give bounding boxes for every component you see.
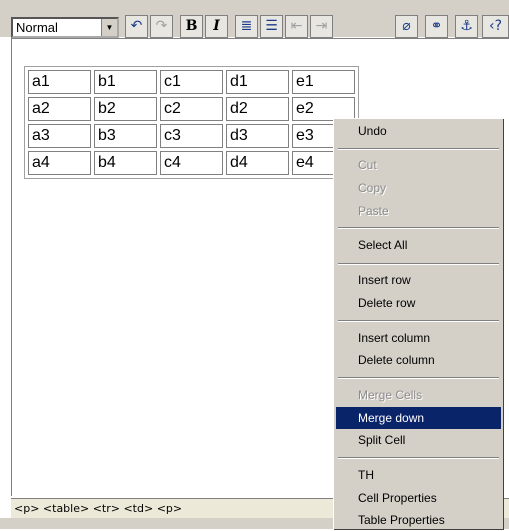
attachment-button[interactable]: ⌀ xyxy=(395,15,418,38)
menu-item-undo[interactable]: Undo xyxy=(336,120,501,142)
menu-item-th[interactable]: TH xyxy=(336,464,501,486)
menu-item-delete-row[interactable]: Delete row xyxy=(336,292,501,314)
paperclip-icon: ⌀ xyxy=(402,18,411,34)
element-path: <p> <table> <tr> <td> <p> xyxy=(14,502,183,515)
menu-separator xyxy=(338,227,499,229)
table-cell[interactable]: a4 xyxy=(28,151,91,175)
table-cell[interactable]: d4 xyxy=(226,151,289,175)
table-cell[interactable]: c4 xyxy=(160,151,223,175)
table-cell[interactable]: d3 xyxy=(226,124,289,148)
outdent-icon: ⇤ xyxy=(290,18,303,34)
menu-separator xyxy=(338,377,499,379)
table-cell[interactable]: c2 xyxy=(160,97,223,121)
bold-icon: B xyxy=(185,18,198,34)
table-cell[interactable]: b2 xyxy=(94,97,157,121)
menu-item-table-properties[interactable]: Table Properties xyxy=(336,509,501,531)
table-cell[interactable]: c1 xyxy=(160,70,223,94)
menu-item-cut[interactable]: Cut xyxy=(336,154,501,176)
table-cell[interactable]: a2 xyxy=(28,97,91,121)
menu-item-paste[interactable]: Paste xyxy=(336,200,501,222)
anchor-icon: ⚓ xyxy=(460,18,473,34)
table-row: a3 b3 c3 d3 e3 xyxy=(28,124,355,148)
outdent-button[interactable]: ⇤ xyxy=(285,15,308,38)
italic-icon: I xyxy=(213,18,220,34)
format-select[interactable]: Normal ▼ xyxy=(11,17,119,38)
menu-separator xyxy=(338,263,499,265)
menu-item-cell-properties[interactable]: Cell Properties xyxy=(336,487,501,509)
italic-button[interactable]: I xyxy=(205,15,228,38)
menu-item-merge-down[interactable]: Merge down xyxy=(336,407,501,429)
chevron-down-icon[interactable]: ▼ xyxy=(101,19,117,36)
menu-item-copy[interactable]: Copy xyxy=(336,177,501,199)
menu-item-delete-column[interactable]: Delete column xyxy=(336,349,501,371)
ordered-list-icon: ≣ xyxy=(240,18,253,34)
format-select-value: Normal xyxy=(16,20,58,35)
ordered-list-button[interactable]: ≣ xyxy=(235,15,258,38)
menu-item-select-all[interactable]: Select All xyxy=(336,234,501,256)
table-cell[interactable]: e1 xyxy=(292,70,355,94)
context-menu: Undo Cut Copy Paste Select All Insert ro… xyxy=(333,118,503,529)
source-icon: ‹? xyxy=(488,18,503,34)
unordered-list-icon: ☰ xyxy=(265,18,278,34)
indent-icon: ⇥ xyxy=(315,18,328,34)
table-cell[interactable]: b1 xyxy=(94,70,157,94)
menu-item-merge-cells[interactable]: Merge Cells xyxy=(336,384,501,406)
table-cell[interactable]: a1 xyxy=(28,70,91,94)
source-button[interactable]: ‹? xyxy=(482,15,509,38)
menu-separator xyxy=(338,320,499,322)
table-cell[interactable]: b4 xyxy=(94,151,157,175)
menu-item-split-cell[interactable]: Split Cell xyxy=(336,429,501,451)
redo-icon: ↷ xyxy=(155,18,168,34)
table-row: a4 b4 c4 d4 e4 xyxy=(28,151,355,175)
menu-item-insert-column[interactable]: Insert column xyxy=(336,327,501,349)
unordered-list-button[interactable]: ☰ xyxy=(260,15,283,38)
menu-item-insert-row[interactable]: Insert row xyxy=(336,269,501,291)
table-cell[interactable]: d1 xyxy=(226,70,289,94)
anchor-button[interactable]: ⚓ xyxy=(455,15,478,38)
table-row: a1 b1 c1 d1 e1 xyxy=(28,70,355,94)
redo-button[interactable]: ↷ xyxy=(150,15,173,38)
menu-separator xyxy=(338,148,499,150)
link-icon: ⚭ xyxy=(430,18,443,34)
undo-icon: ↶ xyxy=(130,18,143,34)
link-button[interactable]: ⚭ xyxy=(425,15,448,38)
table-cell[interactable]: a3 xyxy=(28,124,91,148)
table-cell[interactable]: d2 xyxy=(226,97,289,121)
editor-toolbar: Normal ▼ ↶ ↷ B I ≣ ☰ ⇤ ⇥ ⌀ ⚭ ⚓ ‹? xyxy=(0,0,509,38)
content-table[interactable]: a1 b1 c1 d1 e1 a2 b2 c2 d2 e2 a3 b3 c3 d… xyxy=(24,66,359,179)
bold-button[interactable]: B xyxy=(180,15,203,38)
indent-button[interactable]: ⇥ xyxy=(310,15,333,38)
undo-button[interactable]: ↶ xyxy=(125,15,148,38)
menu-separator xyxy=(338,457,499,459)
table-row: a2 b2 c2 d2 e2 xyxy=(28,97,355,121)
table-cell[interactable]: c3 xyxy=(160,124,223,148)
table-cell[interactable]: b3 xyxy=(94,124,157,148)
